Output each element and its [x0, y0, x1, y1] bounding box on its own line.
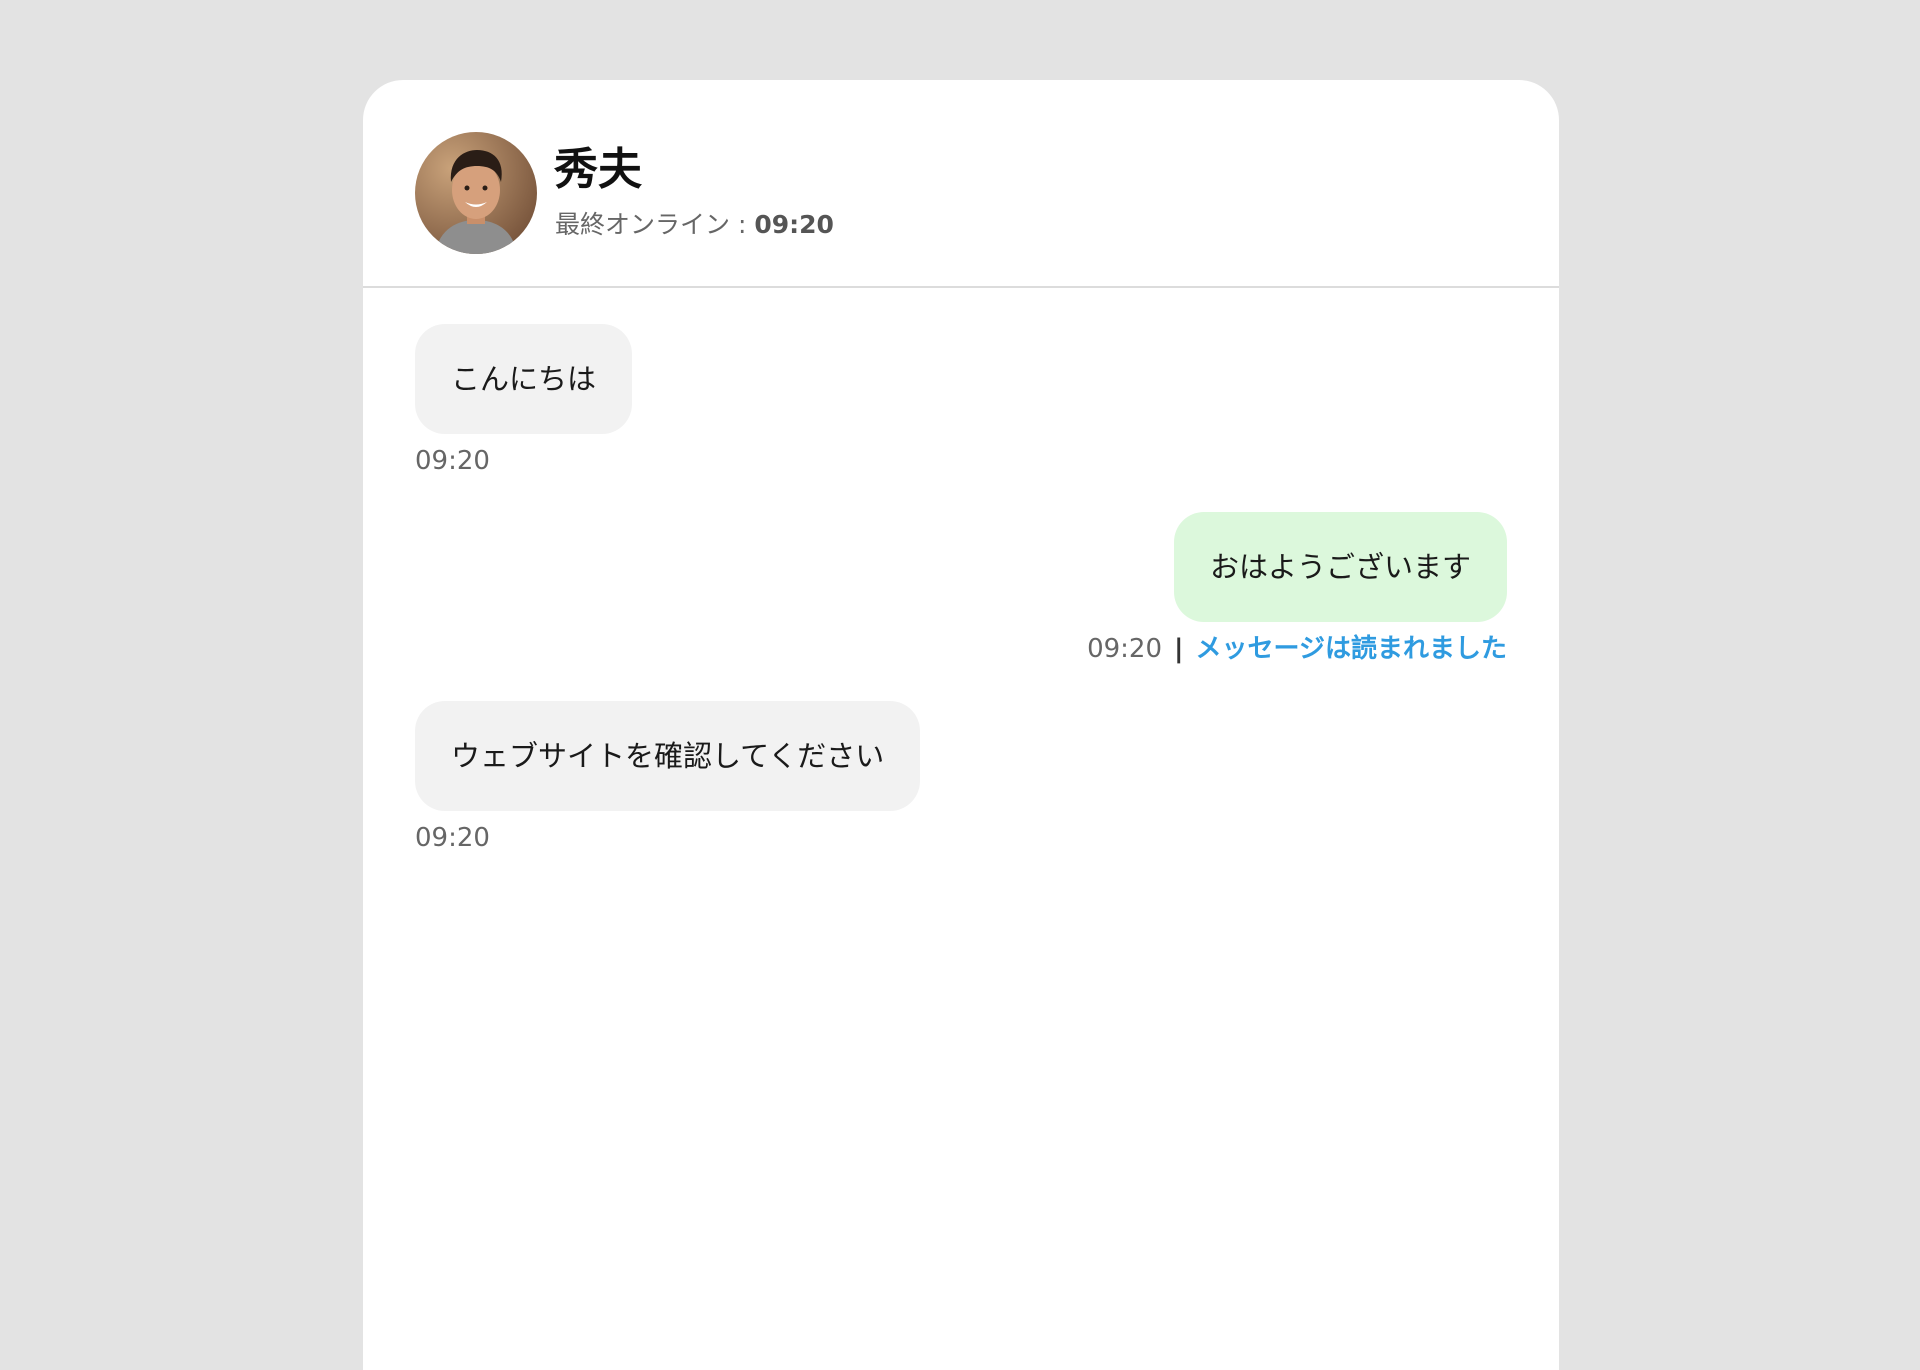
contact-photo-icon: [415, 132, 537, 254]
receipt-separator: |: [1174, 634, 1184, 664]
last-online-label: 最終オンライン :: [555, 210, 755, 239]
message-bubble-incoming[interactable]: こんにちは: [415, 324, 633, 434]
message-bubble-incoming[interactable]: ウェブサイトを確認してください: [415, 701, 921, 811]
message-timestamp: 09:20: [415, 446, 490, 476]
avatar[interactable]: [415, 132, 537, 254]
chat-window: 秀夫 最終オンライン : 09:20 こんにちは 09:20 おはようございます…: [363, 80, 1559, 1370]
contact-name: 秀夫: [554, 144, 642, 195]
chat-header: 秀夫 最終オンライン : 09:20: [363, 80, 1559, 288]
last-online-time: 09:20: [754, 210, 834, 239]
message-bubble-outgoing[interactable]: おはようございます: [1173, 512, 1507, 622]
message-timestamp: 09:20: [1087, 634, 1163, 664]
message-timestamp: 09:20: [415, 823, 490, 853]
message-receipt: 09:20 | メッセージは読まれました: [1087, 632, 1507, 666]
read-status: メッセージは読まれました: [1195, 634, 1507, 664]
last-online-status: 最終オンライン : 09:20: [555, 208, 834, 242]
